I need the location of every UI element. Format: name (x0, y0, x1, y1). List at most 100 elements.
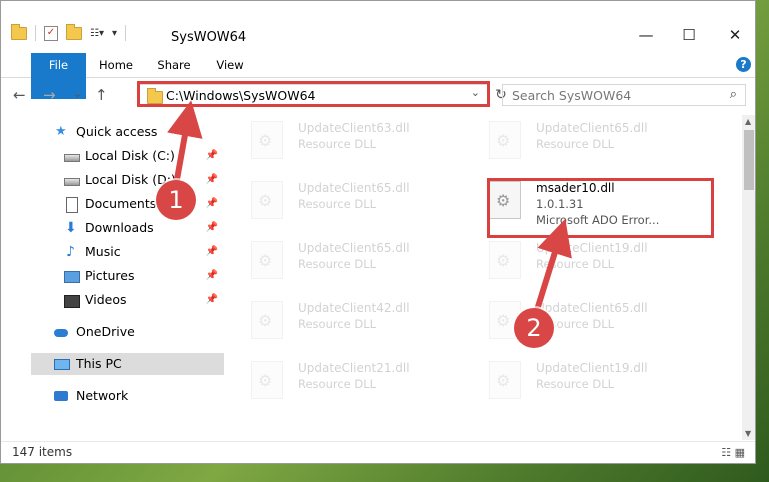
file-item[interactable]: UpdateClient65.dll Resource DLL (245, 175, 465, 221)
onedrive-icon (54, 329, 68, 337)
sidebar-item-label: OneDrive (76, 324, 135, 339)
pictures-icon (64, 271, 80, 283)
scroll-down-icon[interactable]: ▼ (745, 429, 751, 438)
search-icon[interactable]: ⌕ (730, 87, 737, 102)
search-input[interactable]: Search SysWOW64 ⌕ (502, 84, 746, 106)
file-type: Resource DLL (298, 257, 377, 271)
sidebar-item-pictures[interactable]: Pictures 📌 (31, 265, 224, 287)
maximize-button[interactable]: ☐ (674, 25, 704, 45)
file-name: UpdateClient19.dll (536, 241, 648, 255)
customize-toolbar-icon[interactable]: ☷▾ (90, 28, 104, 39)
sidebar-item-local-disk-d[interactable]: Local Disk (D:) 📌 (31, 169, 224, 191)
sidebar-item-label: Pictures (85, 268, 135, 283)
back-button[interactable]: ← (13, 86, 26, 104)
sidebar-item-label: Music (85, 244, 121, 259)
ribbon-tabs: File Home Share View ? (1, 53, 755, 99)
minimize-button[interactable]: — (631, 25, 661, 45)
sidebar-item-label: Downloads (85, 220, 154, 235)
file-item[interactable]: UpdateClient19.dll Resource DLL (483, 235, 703, 281)
folder-icon[interactable] (11, 23, 27, 40)
navigation-pane: ★ Quick access Local Disk (C:) 📌 Local D… (31, 119, 226, 434)
pin-icon: 📌 (205, 294, 218, 305)
title-bar: ✓ ☷▾ ▾ SysWOW64 — ☐ ✕ (1, 1, 755, 49)
toolbar-divider (125, 25, 127, 41)
scroll-up-icon[interactable]: ▲ (745, 117, 751, 126)
sidebar-item-label: Local Disk (C:) (85, 148, 175, 163)
sidebar-item-label: Quick access (76, 124, 158, 139)
file-name: UpdateClient21.dll (298, 361, 410, 375)
search-placeholder: Search SysWOW64 (512, 88, 632, 103)
star-icon: ★ (55, 124, 67, 139)
dll-file-icon (251, 121, 283, 159)
pin-icon: 📌 (205, 222, 218, 233)
disk-icon (64, 154, 80, 162)
file-item[interactable]: UpdateClient63.dll Resource DLL (245, 115, 465, 161)
toolbar-divider (35, 25, 36, 41)
pin-icon: 📌 (205, 198, 218, 209)
tab-share[interactable]: Share (148, 53, 200, 77)
file-item[interactable]: UpdateClient65.dll Resource DLL (483, 115, 703, 161)
scroll-thumb[interactable] (744, 130, 754, 190)
pin-icon: 📌 (205, 174, 218, 185)
file-type: Resource DLL (536, 137, 615, 151)
file-type: Resource DLL (298, 137, 377, 151)
sidebar-item-network[interactable]: Network (31, 385, 224, 407)
file-item[interactable]: UpdateClient42.dll Resource DLL (245, 295, 465, 341)
file-name: UpdateClient65.dll (298, 181, 410, 195)
download-icon: ⬇ (65, 220, 77, 236)
sidebar-item-label: Network (76, 388, 129, 403)
sidebar-item-label: This PC (76, 356, 122, 371)
dll-file-icon (251, 181, 283, 219)
properties-icon[interactable]: ✓ (44, 25, 58, 41)
tab-home[interactable]: Home (91, 53, 141, 77)
file-list: UpdateClient63.dll Resource DLL UpdateCl… (245, 115, 742, 440)
address-bar-highlight (137, 81, 490, 107)
sidebar-item-music[interactable]: ♪ Music 📌 (31, 241, 224, 263)
sidebar-item-quick-access[interactable]: ★ Quick access (31, 121, 224, 143)
music-icon: ♪ (66, 244, 75, 260)
file-type: Resource DLL (536, 257, 615, 271)
sidebar-item-this-pc[interactable]: This PC (31, 353, 224, 375)
status-bar: 147 items ☷ ▦ (1, 441, 755, 463)
recent-locations-button[interactable]: ⌄ (73, 87, 82, 100)
new-folder-icon[interactable] (66, 23, 82, 40)
pin-icon: 📌 (205, 150, 218, 161)
callout-2-badge: 2 (514, 308, 554, 348)
pin-icon: 📌 (205, 246, 218, 257)
view-toggle-icons[interactable]: ☷ ▦ (721, 446, 745, 459)
file-name: UpdateClient19.dll (536, 361, 648, 375)
up-button[interactable]: ↑ (95, 86, 108, 104)
dll-file-icon (489, 121, 521, 159)
file-type: Resource DLL (298, 377, 377, 391)
dll-file-icon (251, 301, 283, 339)
dll-file-icon (489, 241, 521, 279)
sidebar-item-downloads[interactable]: ⬇ Downloads 📌 (31, 217, 224, 239)
sidebar-item-videos[interactable]: Videos 📌 (31, 289, 224, 311)
forward-button[interactable]: → (43, 86, 56, 104)
file-name: UpdateClient65.dll (536, 121, 648, 135)
videos-icon (64, 295, 80, 308)
qat-dropdown-icon[interactable]: ▾ (112, 28, 117, 39)
sidebar-item-label: Documents (85, 196, 157, 211)
file-item[interactable]: UpdateClient21.dll Resource DLL (245, 355, 465, 401)
file-name: UpdateClient42.dll (298, 301, 410, 315)
file-type: Resource DLL (298, 197, 377, 211)
sidebar-item-local-disk-c[interactable]: Local Disk (C:) 📌 (31, 145, 224, 167)
file-item[interactable]: UpdateClient19.dll Resource DLL (483, 355, 703, 401)
disk-icon (64, 178, 80, 186)
sidebar-item-onedrive[interactable]: OneDrive (31, 321, 224, 343)
file-item[interactable]: UpdateClient65.dll Resource DLL (245, 235, 465, 281)
pin-icon: 📌 (205, 270, 218, 281)
help-icon[interactable]: ? (736, 57, 751, 72)
close-button[interactable]: ✕ (720, 25, 750, 45)
network-icon (54, 391, 68, 401)
dll-file-icon (489, 361, 521, 399)
tab-view[interactable]: View (206, 53, 254, 77)
file-name: UpdateClient65.dll (536, 301, 648, 315)
vertical-scrollbar[interactable]: ▲ ▼ (742, 115, 755, 440)
sidebar-item-label: Videos (85, 292, 127, 307)
dll-file-icon (251, 241, 283, 279)
file-type: Resource DLL (298, 317, 377, 331)
file-highlight (487, 178, 714, 238)
file-name: UpdateClient65.dll (298, 241, 410, 255)
